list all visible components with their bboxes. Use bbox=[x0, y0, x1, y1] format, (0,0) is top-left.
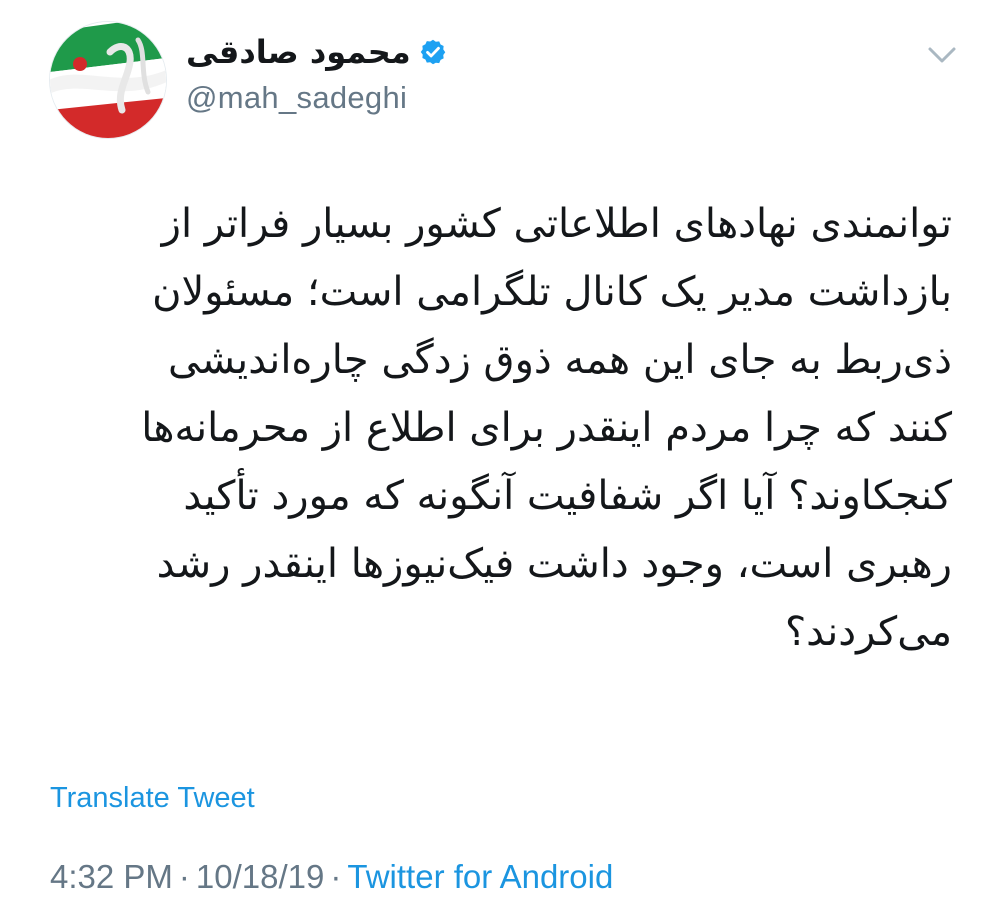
tweet-text-line: توانمندی نهادهای اطلاعاتی کشور بسیار فرا… bbox=[161, 201, 952, 247]
tweet-text-line: می‌کردند؟ bbox=[784, 609, 952, 655]
tweet-date[interactable]: 10/18/19 bbox=[196, 858, 324, 895]
tweet-text-line: کنند که چرا مردم اینقدر برای اطلاع از مح… bbox=[141, 405, 952, 451]
avatar[interactable] bbox=[50, 22, 166, 138]
tweet-source-link[interactable]: Twitter for Android bbox=[347, 858, 613, 895]
tweet-time[interactable]: 4:32 PM bbox=[50, 858, 173, 895]
tweet-text: توانمندی نهادهای اطلاعاتی کشور بسیار فرا… bbox=[40, 190, 952, 666]
verified-badge-icon bbox=[420, 39, 445, 65]
meta-separator: · bbox=[330, 858, 342, 895]
tweet-text-line: ذی‌ربط به جای این همه ذوق زدگی چاره‌اندی… bbox=[168, 337, 952, 383]
iran-flag-avatar-icon bbox=[50, 22, 166, 138]
tweet-metadata: 4:32 PM · 10/18/19 · Twitter for Android bbox=[50, 858, 613, 896]
meta-separator: · bbox=[178, 858, 190, 895]
display-name-row: محمود صادقی bbox=[186, 28, 447, 76]
tweet-author[interactable]: محمود صادقی @mah_sadeghi bbox=[186, 22, 686, 132]
tweet-text-line: کنجکاوند؟ آیا اگر شفافیت آنگونه که مورد … bbox=[183, 473, 952, 519]
translate-tweet-link[interactable]: Translate Tweet bbox=[50, 782, 255, 815]
tweet-text-line: بازداشت مدیر یک کانال تلگرامی است؛ مسئول… bbox=[152, 269, 952, 315]
display-name[interactable]: محمود صادقی bbox=[186, 33, 411, 71]
tweet-text-line: رهبری است، وجود داشت فیک‌نیوزها اینقدر ر… bbox=[156, 541, 952, 587]
user-handle[interactable]: @mah_sadeghi bbox=[186, 80, 407, 116]
chevron-down-icon[interactable] bbox=[927, 44, 957, 66]
